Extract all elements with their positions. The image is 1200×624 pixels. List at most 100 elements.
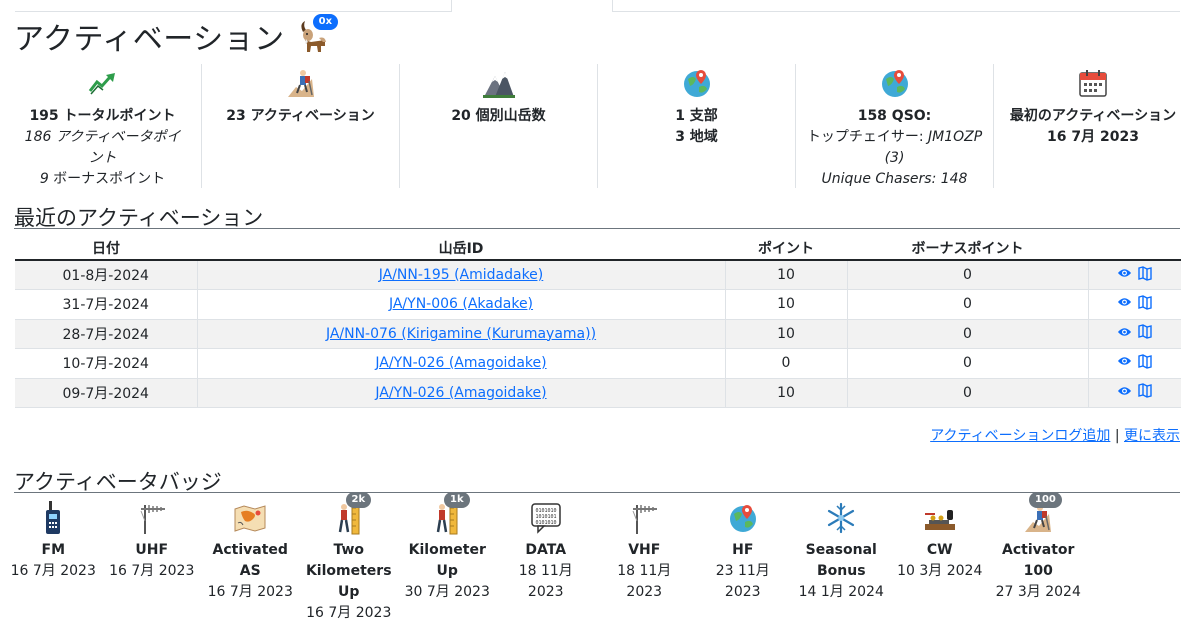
stat-activations-value: 23 アクティベーション	[226, 108, 375, 124]
table-row: 01-8月-2024 JA/NN-195 (Amidadake) 10 0	[15, 260, 1181, 290]
summit-link[interactable]: JA/YN-026 (Amagoidake)	[375, 385, 546, 401]
cell-actions	[1088, 348, 1181, 379]
snowflake-icon	[792, 500, 891, 536]
page-title: アクティベーション	[14, 22, 285, 57]
page-header: アクティベーション 0x	[14, 14, 339, 58]
activator-badge: 100 Activator 100 27 3月 2024	[989, 492, 1088, 624]
badge-name: FM	[4, 540, 103, 561]
view-eye-icon[interactable]	[1117, 296, 1132, 312]
badge-date: 16 7月 2023	[201, 582, 300, 603]
stat-qso: 158 QSO: トップチェイサー: JM1OZP (3) Unique Cha…	[796, 64, 994, 188]
globe-pin-icon	[598, 66, 795, 100]
summit-link[interactable]: JA/NN-076 (Kirigamine (Kurumayama))	[326, 326, 596, 342]
stat-activations: 23 アクティベーション	[202, 64, 400, 188]
badge-date: 14 1月 2024	[792, 582, 891, 603]
badge-date: 18 11月 2023	[497, 561, 596, 603]
cell-summit: JA/YN-026 (Amagoidake)	[197, 348, 726, 379]
add-activation-log-link[interactable]: アクティベーションログ追加	[930, 428, 1110, 444]
badge-name-line: FM	[41, 542, 66, 558]
table-row: 10-7月-2024 JA/YN-026 (Amagoidake) 0 0	[15, 348, 1181, 379]
activator-badge: VHF 18 11月 2023	[595, 500, 694, 624]
badge-date-line: 16 7月 2023	[10, 563, 96, 579]
summit-link[interactable]: JA/NN-195 (Amidadake)	[379, 267, 544, 283]
stat-activator-points: 186 アクティベータポイ ント	[24, 129, 181, 166]
stat-first-activation-date: 16 7月 2023	[1047, 129, 1139, 145]
badge-date-line: 18 11月	[518, 563, 573, 579]
badge-name-line: UHF	[135, 542, 169, 558]
show-more-link[interactable]: 更に表示	[1124, 428, 1180, 444]
summit-link[interactable]: JA/YN-026 (Amagoidake)	[375, 355, 546, 371]
map-icon[interactable]	[1138, 383, 1152, 402]
table-header-row: 日付 山岳ID ポイント ボーナスポイント	[15, 236, 1181, 261]
view-eye-icon[interactable]	[1117, 385, 1132, 401]
col-points: ポイント	[725, 236, 847, 261]
hiker-icon	[202, 66, 399, 100]
data-chat-icon: 0101010 1010101 0101010	[497, 500, 596, 536]
stat-top-chaser: トップチェイサー: JM1OZP	[806, 129, 983, 145]
badge-date: 16 7月 2023	[300, 603, 399, 624]
radio-icon	[4, 500, 103, 536]
cell-date: 31-7月-2024	[15, 289, 198, 320]
col-date: 日付	[15, 236, 197, 261]
globe-pin-icon	[694, 500, 793, 536]
badge-name-line: AS	[239, 563, 261, 579]
badge-name-line: 100	[1023, 563, 1053, 579]
badge-name-line: Kilometer	[408, 542, 486, 558]
activator-badge: CW 10 3月 2024	[891, 500, 990, 624]
stat-unique-chasers: Unique Chasers: 148	[821, 171, 968, 187]
tab-right[interactable]	[612, 0, 1180, 12]
cell-points: 0	[725, 348, 848, 379]
stat-summits: 20 個別山岳数	[400, 64, 598, 188]
antenna-icon	[103, 500, 202, 536]
cell-summit: JA/YN-026 (Amagoidake)	[197, 378, 726, 408]
view-eye-icon[interactable]	[1117, 267, 1132, 283]
trending-up-icon	[4, 66, 201, 100]
activator-badge: 1k Kilometer Up 30 7月 2023	[398, 492, 497, 624]
badge-name: Activated AS	[201, 540, 300, 582]
cell-date: 09-7月-2024	[15, 378, 198, 408]
hiker-icon: 100	[989, 492, 1088, 536]
map-icon[interactable]	[1138, 354, 1152, 373]
antenna-icon	[595, 500, 694, 536]
tab-left[interactable]	[15, 0, 452, 12]
cell-points: 10	[725, 289, 848, 320]
cell-actions	[1088, 378, 1181, 408]
link-separator: |	[1114, 428, 1120, 444]
view-eye-icon[interactable]	[1117, 355, 1132, 371]
badge-name-line: Up	[338, 584, 360, 600]
morse-key-icon	[891, 500, 990, 536]
map-icon[interactable]	[1138, 295, 1152, 314]
badge-date-line: 14 1月 2024	[798, 584, 884, 600]
cell-points: 10	[725, 319, 848, 349]
cell-actions	[1088, 289, 1181, 320]
badge-name-line: CW	[926, 542, 953, 558]
badge-date-line: 2023	[626, 584, 663, 600]
table-row: 09-7月-2024 JA/YN-026 (Amagoidake) 10 0	[15, 378, 1181, 408]
cell-points: 10	[725, 260, 848, 290]
stat-regions-value: 3 地域	[675, 129, 718, 145]
badge-name: CW	[891, 540, 990, 561]
svg-text:0101010: 0101010	[535, 520, 556, 526]
view-eye-icon[interactable]	[1117, 326, 1132, 342]
activations-table: 日付 山岳ID ポイント ボーナスポイント 01-8月-2024 JA/NN-19…	[15, 236, 1181, 408]
badge-name: Activator 100	[989, 540, 1088, 582]
map-asia-icon	[201, 500, 300, 536]
calendar-icon	[994, 66, 1192, 100]
badge-date: 23 11月 2023	[694, 561, 793, 603]
badge-date-line: 27 3月 2024	[995, 584, 1081, 600]
table-row: 31-7月-2024 JA/YN-006 (Akadake) 10 0	[15, 289, 1181, 320]
badge-date-line: 10 3月 2024	[897, 563, 983, 579]
badge-name: Kilometer Up	[398, 540, 497, 582]
section-divider	[14, 228, 1180, 229]
badge-name-line: DATA	[525, 542, 567, 558]
map-icon[interactable]	[1138, 265, 1152, 285]
cell-summit: JA/NN-195 (Amidadake)	[197, 260, 726, 290]
cell-actions	[1088, 319, 1181, 349]
stat-top-chaser-count: (3)	[884, 150, 905, 166]
summit-link[interactable]: JA/YN-006 (Akadake)	[389, 296, 533, 312]
badge-date-line: 23 11月	[715, 563, 770, 579]
cell-bonus: 0	[847, 319, 1089, 349]
activation-links: アクティベーションログ追加 | 更に表示	[930, 425, 1180, 445]
map-icon[interactable]	[1138, 324, 1152, 343]
stat-first-activation-label: 最初のアクティベーション	[1009, 108, 1177, 124]
